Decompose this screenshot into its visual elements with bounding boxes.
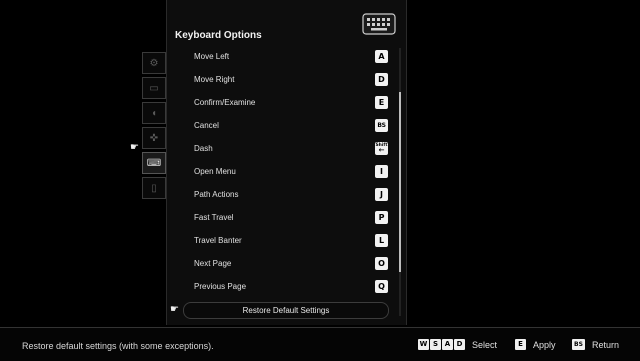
binding-row-open-menu[interactable]: Open Menu I [194, 165, 388, 181]
keycap: I [375, 165, 388, 178]
key-s: S [430, 339, 441, 350]
select-hint: W S A D Select [418, 339, 497, 350]
key-d: D [454, 339, 465, 350]
binding-row-travel-banter[interactable]: Travel Banter L [194, 234, 388, 250]
speaker-icon: ◖ [150, 107, 158, 119]
shift-arrow-icon: ← [378, 146, 385, 154]
key-e: E [515, 339, 526, 350]
binding-row-fast-travel[interactable]: Fast Travel P [194, 211, 388, 227]
binding-label: Move Right [194, 75, 235, 84]
binding-label: Dash [194, 144, 213, 153]
footer-bar: Restore default settings (with some exce… [0, 327, 640, 361]
keycap: BS [375, 119, 388, 132]
options-panel [166, 0, 407, 325]
keycap: D [375, 73, 388, 86]
tab-audio[interactable]: ◖ [142, 102, 166, 124]
keycap: Q [375, 280, 388, 293]
apply-hint[interactable]: E Apply [515, 339, 556, 350]
tab-display[interactable]: ▭ [142, 77, 166, 99]
keyboard-icon [362, 13, 396, 35]
binding-label: Move Left [194, 52, 230, 61]
scrollbar[interactable] [399, 48, 401, 316]
scrollbar-thumb[interactable] [399, 92, 401, 272]
tab-controller[interactable]: ✜ [142, 127, 166, 149]
page-title: Keyboard Options [175, 30, 262, 41]
category-tabs: ⚙ ▭ ◖ ✜ ⌨ ▯ [142, 52, 166, 202]
binding-row-confirm[interactable]: Confirm/Examine E [194, 96, 388, 112]
binding-row-path-actions[interactable]: Path Actions J [194, 188, 388, 204]
binding-label: Open Menu [194, 167, 236, 176]
binding-label: Travel Banter [194, 236, 242, 245]
binding-row-dash[interactable]: Dash Shift ← [194, 142, 388, 158]
select-label: Select [472, 339, 498, 350]
keycap: E [375, 96, 388, 109]
binding-label: Previous Page [194, 282, 247, 291]
binding-row-next-page[interactable]: Next Page O [194, 257, 388, 273]
binding-label: Next Page [194, 259, 232, 268]
return-hint[interactable]: BS Return [572, 339, 619, 350]
binding-row-move-right[interactable]: Move Right D [194, 73, 388, 89]
binding-label: Confirm/Examine [194, 98, 256, 107]
help-text: Restore default settings (with some exce… [22, 341, 214, 351]
return-label: Return [592, 339, 620, 350]
apply-label: Apply [533, 339, 556, 350]
restore-defaults-button[interactable]: Restore Default Settings [183, 302, 389, 319]
binding-row-move-left[interactable]: Move Left A [194, 50, 388, 66]
binding-row-previous-page[interactable]: Previous Page Q [194, 280, 388, 296]
pointing-hand-icon: ☛ [130, 142, 139, 153]
keycap: L [375, 234, 388, 247]
binding-label: Path Actions [194, 190, 239, 199]
binding-label: Fast Travel [194, 213, 234, 222]
keyboard-icon: ⌨ [146, 157, 162, 169]
binding-row-cancel[interactable]: Cancel BS [194, 119, 388, 135]
tab-general[interactable]: ⚙ [142, 52, 166, 74]
binding-label: Cancel [194, 121, 219, 130]
mouse-icon: ▯ [151, 182, 157, 194]
keycap: P [375, 211, 388, 224]
key-backspace: BS [572, 339, 585, 350]
tab-mouse[interactable]: ▯ [142, 177, 166, 199]
wrench-icon: ⚙ [149, 57, 159, 69]
gamepad-icon: ✜ [149, 132, 159, 144]
keycap: J [375, 188, 388, 201]
tab-keyboard[interactable]: ⌨ [142, 152, 166, 174]
keycap-shift: Shift ← [375, 142, 388, 155]
key-a: A [442, 339, 453, 350]
pointing-hand-icon: ☛ [170, 304, 179, 315]
keycap: A [375, 50, 388, 63]
monitor-icon: ▭ [149, 82, 159, 94]
key-w: W [418, 339, 429, 350]
keycap: O [375, 257, 388, 270]
